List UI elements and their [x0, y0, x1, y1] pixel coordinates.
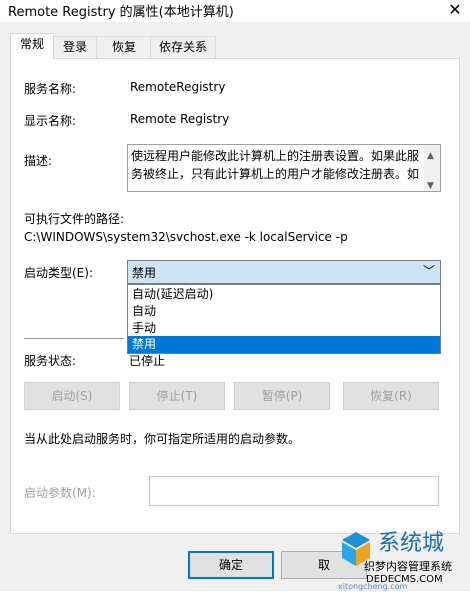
scroll-up-icon[interactable]: ▲ — [427, 147, 434, 165]
exe-path-value: C:\WINDOWS\system32\svchost.exe -k local… — [24, 230, 348, 244]
window-title: Remote Registry 的属性(本地计算机) — [8, 5, 234, 20]
description-label: 描述: — [24, 154, 53, 168]
description-scrollbar[interactable]: ▲ ▼ — [424, 145, 440, 191]
startup-type-dropdown: 自动(延迟启动) 自动 手动 禁用 — [127, 284, 441, 354]
description-box[interactable]: 使远程用户能修改此计算机上的注册表设置。如果此服务被终止，只有此计算机上的用户才… — [127, 144, 441, 192]
startup-option-auto-delayed[interactable]: 自动(延迟启动) — [128, 286, 440, 303]
scroll-down-icon[interactable]: ▼ — [427, 177, 434, 191]
service-status-label: 服务状态: — [24, 354, 77, 368]
close-icon[interactable]: ✕ — [446, 0, 464, 19]
stop-button[interactable]: 停止(T) — [129, 382, 225, 410]
ok-button[interactable]: 确定 — [188, 551, 274, 579]
startup-option-disabled[interactable]: 禁用 — [128, 336, 440, 353]
watermark-text-url: xitongcheng.com — [338, 582, 408, 591]
watermark-text-main: 系统城 — [378, 531, 444, 556]
start-button[interactable]: 启动(S) — [24, 382, 120, 410]
pause-button[interactable]: 暂停(P) — [234, 382, 330, 410]
exe-path-label: 可执行文件的路径: — [24, 212, 125, 226]
chevron-down-icon[interactable]: ﹀ — [423, 262, 435, 279]
start-params-label: 启动参数(M): — [24, 486, 96, 500]
tab-recovery[interactable]: 恢复 — [96, 36, 152, 59]
title-bar: Remote Registry 的属性(本地计算机) ✕ — [0, 0, 470, 22]
watermark-emblem-icon: 系统城 织梦内容管理系统 DEDECMS.COM xitongcheng.com — [338, 531, 452, 591]
tab-general[interactable]: 常规 — [10, 33, 54, 59]
service-name-value: RemoteRegistry — [130, 80, 226, 94]
display-name-value: Remote Registry — [130, 112, 230, 126]
startup-type-select[interactable]: 禁用 ﹀ — [127, 260, 441, 284]
service-name-label: 服务名称: — [24, 82, 77, 96]
divider — [24, 338, 124, 339]
watermark-text-sub: 织梦内容管理系统 — [364, 559, 452, 573]
service-status-value: 已停止 — [129, 354, 166, 368]
startup-type-value: 禁用 — [132, 266, 157, 280]
startup-option-auto[interactable]: 自动 — [128, 303, 440, 320]
startup-type-label: 启动类型(E): — [24, 266, 93, 280]
tab-logon[interactable]: 登录 — [52, 36, 98, 59]
start-params-input[interactable] — [149, 476, 439, 506]
description-text: 使远程用户能修改此计算机上的注册表设置。如果此服务被终止，只有此计算机上的用户才… — [131, 149, 420, 181]
start-params-hint: 当从此处启动服务时，你可指定所适用的启动参数。 — [24, 432, 301, 446]
tab-dependencies[interactable]: 依存关系 — [150, 36, 216, 59]
startup-option-manual[interactable]: 手动 — [128, 320, 440, 337]
watermark-logo: 系统城 织梦内容管理系统 DEDECMS.COM xitongcheng.com — [326, 520, 470, 591]
resume-button[interactable]: 恢复(R) — [343, 382, 439, 410]
display-name-label: 显示名称: — [24, 114, 77, 128]
